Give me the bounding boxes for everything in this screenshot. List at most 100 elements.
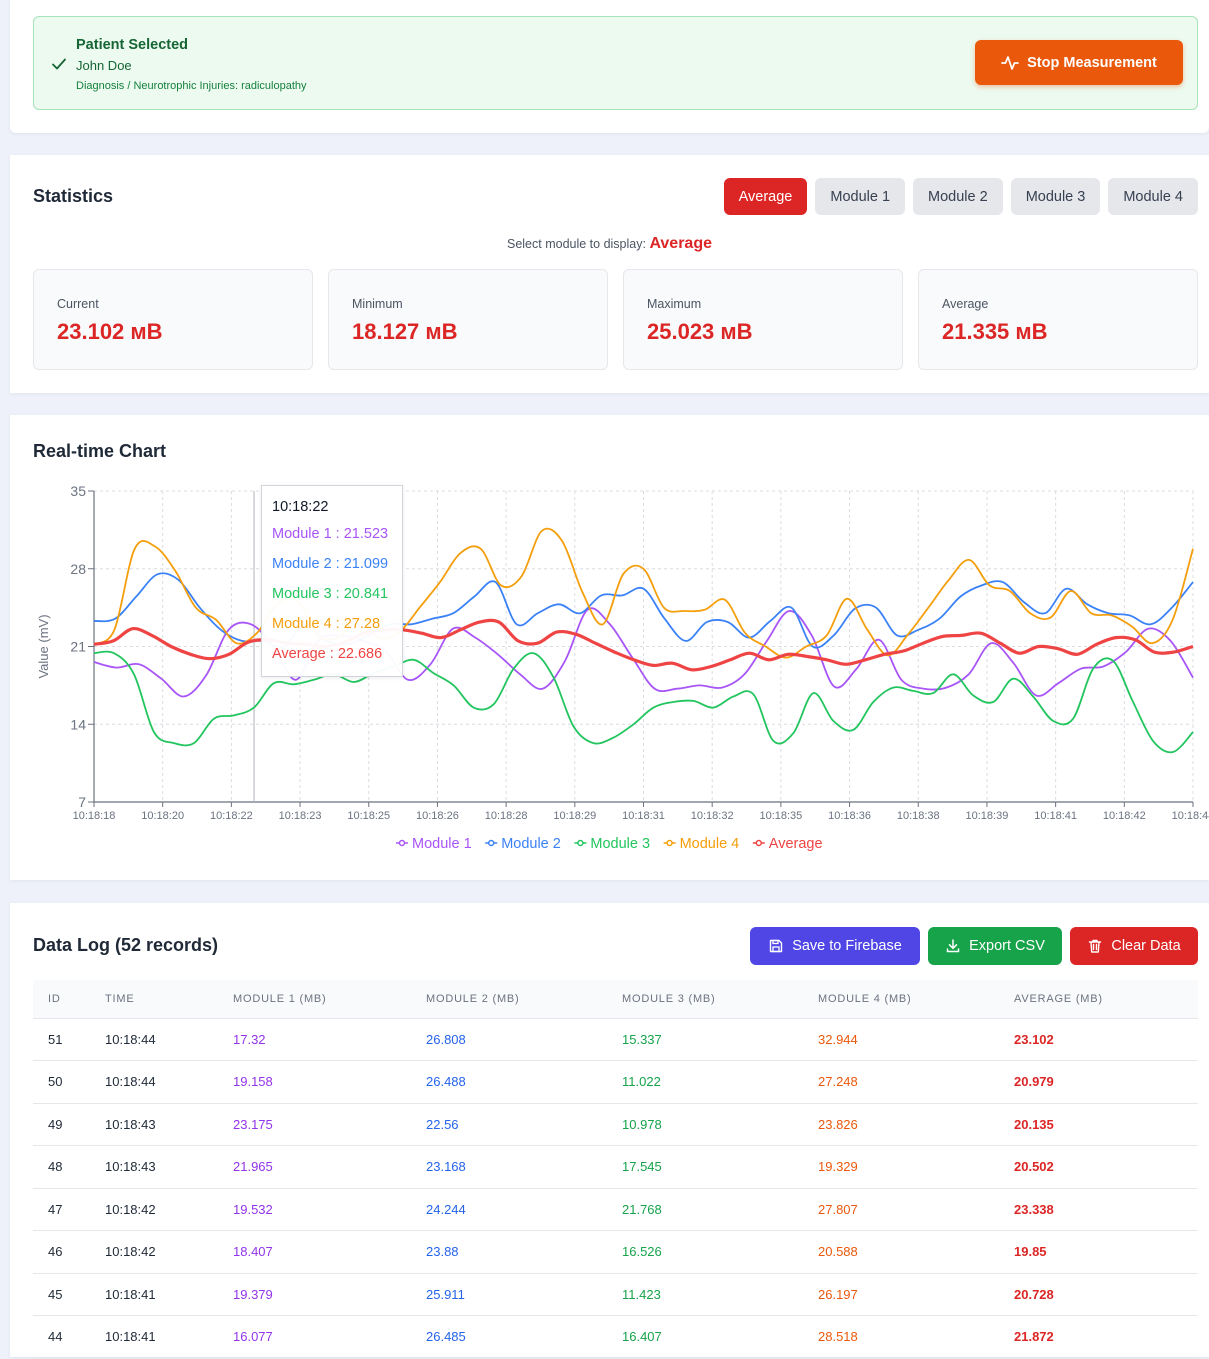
activity-icon bbox=[1001, 55, 1019, 70]
tab-average[interactable]: Average bbox=[723, 178, 808, 215]
stop-measurement-label: Stop Measurement bbox=[1027, 54, 1157, 71]
cell-module-3: 11.022 bbox=[622, 1060, 818, 1104]
x-tick-label: 10:18:44 bbox=[1172, 810, 1209, 822]
table-row[interactable]: 48 10:18:43 21.965 23.168 17.545 19.329 20.502 bbox=[33, 1145, 1198, 1189]
cell-module-2: 26.488 bbox=[426, 1060, 622, 1104]
cell-average: 23.102 bbox=[1014, 1018, 1198, 1061]
cell-time: 10:18:43 bbox=[105, 1145, 233, 1189]
data-log-table: ID TIME MODULE 1 (MB) MODULE 2 (MB) MODU… bbox=[33, 980, 1198, 1359]
cell-id: 46 bbox=[33, 1230, 105, 1274]
y-axis-label: Value (mV) bbox=[36, 614, 51, 678]
x-tick-label: 10:18:42 bbox=[1103, 810, 1146, 822]
table-row[interactable]: 50 10:18:44 19.158 26.488 11.022 27.248 20.979 bbox=[33, 1060, 1198, 1104]
cell-time: 10:18:44 bbox=[105, 1060, 233, 1104]
check-icon bbox=[52, 58, 66, 70]
data-log-card: Data Log (52 records) Save to Firebase E… bbox=[10, 903, 1209, 1359]
cell-module-1: 18.407 bbox=[233, 1230, 426, 1274]
save-to-firebase-button[interactable]: Save to Firebase bbox=[750, 927, 920, 965]
legend-dot-average bbox=[755, 839, 763, 847]
cell-time: 10:18:42 bbox=[105, 1188, 233, 1231]
cell-time: 10:18:41 bbox=[105, 1273, 233, 1316]
legend-dot-module-4 bbox=[666, 839, 673, 847]
cell-module-1: 19.158 bbox=[233, 1060, 426, 1104]
cell-average: 23.338 bbox=[1014, 1188, 1198, 1231]
x-tick-label: 10:18:36 bbox=[828, 810, 871, 822]
table-row[interactable]: 46 10:18:42 18.407 23.88 16.526 20.588 19.85 bbox=[33, 1230, 1198, 1274]
cell-id: 47 bbox=[33, 1188, 105, 1231]
cell-time: 10:18:44 bbox=[105, 1018, 233, 1061]
table-row[interactable]: 49 10:18:43 23.175 22.56 10.978 23.826 20.135 bbox=[33, 1103, 1198, 1146]
stat-card-current: Current 23.102 мВ bbox=[33, 269, 313, 370]
tooltip-module-4: Module 4 : 27.28 bbox=[272, 616, 381, 632]
column-header-id: ID bbox=[33, 980, 105, 1019]
cell-module-1: 23.175 bbox=[233, 1103, 426, 1146]
cell-module-1: 16.077 bbox=[233, 1315, 426, 1359]
cell-module-4: 26.197 bbox=[818, 1273, 1014, 1316]
tab-module-2[interactable]: Module 2 bbox=[913, 178, 1003, 215]
table-row[interactable]: 44 10:18:41 16.077 26.485 16.407 28.518 21.872 bbox=[33, 1315, 1198, 1359]
tab-module-3[interactable]: Module 3 bbox=[1010, 178, 1101, 215]
y-tick-label: 7 bbox=[78, 794, 86, 810]
legend-label-module-4: Module 4 bbox=[680, 836, 740, 852]
x-tick-label: 10:18:18 bbox=[73, 810, 116, 822]
cell-average: 19.85 bbox=[1014, 1230, 1198, 1274]
tooltip-average: Average : 22.686 bbox=[272, 646, 383, 662]
cell-module-3: 11.423 bbox=[622, 1273, 818, 1316]
statistics-card: Statistics Average Module 1 Module 2 Mod… bbox=[10, 155, 1209, 393]
cell-module-3: 10.978 bbox=[622, 1103, 818, 1146]
patient-selected-box: Patient Selected John Doe Diagnosis / Ne… bbox=[33, 16, 1198, 110]
cell-id: 45 bbox=[33, 1273, 105, 1316]
x-tick-label: 10:18:22 bbox=[210, 810, 253, 822]
table-row[interactable]: 45 10:18:41 19.379 25.911 11.423 26.197 20.728 bbox=[33, 1273, 1198, 1316]
x-tick-label: 10:18:26 bbox=[416, 810, 459, 822]
save-icon bbox=[769, 939, 783, 953]
export-csv-button[interactable]: Export CSV bbox=[928, 927, 1062, 965]
patient-diagnosis: Diagnosis / Neurotrophic Injuries: radic… bbox=[76, 80, 307, 92]
cell-module-4: 23.826 bbox=[818, 1103, 1014, 1146]
cell-average: 21.872 bbox=[1014, 1315, 1198, 1359]
patient-card: Patient Selected John Doe Diagnosis / Ne… bbox=[10, 0, 1209, 133]
export-csv-label: Export CSV bbox=[969, 938, 1045, 954]
chart-card: Real-time Chart 7 14 21 28 35 10:18:18 10:18:2… bbox=[10, 415, 1209, 880]
cell-time: 10:18:42 bbox=[105, 1230, 233, 1274]
cell-module-2: 23.168 bbox=[426, 1145, 622, 1189]
x-tick-label: 10:18:38 bbox=[897, 810, 940, 822]
cell-module-3: 16.407 bbox=[622, 1315, 818, 1359]
column-header-time: TIME bbox=[105, 980, 233, 1019]
y-tick-label: 14 bbox=[70, 716, 86, 732]
clear-data-button[interactable]: Clear Data bbox=[1070, 927, 1198, 965]
save-to-firebase-label: Save to Firebase bbox=[792, 938, 902, 954]
stat-label: Maximum bbox=[647, 297, 702, 311]
column-header-module-2: MODULE 2 (MB) bbox=[426, 980, 622, 1019]
cell-module-4: 27.248 bbox=[818, 1060, 1014, 1104]
table-row[interactable]: 51 10:18:44 17.32 26.808 15.337 32.944 23.102 bbox=[33, 1018, 1198, 1061]
legend-label-module-3: Module 3 bbox=[590, 836, 650, 852]
cell-module-3: 16.526 bbox=[622, 1230, 818, 1274]
cell-module-4: 27.807 bbox=[818, 1188, 1014, 1231]
x-tick-label: 10:18:41 bbox=[1034, 810, 1077, 822]
table-row[interactable]: 47 10:18:42 19.532 24.244 21.768 27.807 23.338 bbox=[33, 1188, 1198, 1231]
select-prefix: Select module to display: bbox=[506, 237, 646, 251]
selected-module: Average bbox=[649, 235, 712, 252]
cell-module-3: 15.337 bbox=[622, 1018, 818, 1061]
realtime-line-chart[interactable]: 71421283510:18:18 10:18:20 10:18:22 10:18:2… bbox=[10, 415, 1209, 880]
legend-dot-module-3 bbox=[577, 839, 584, 847]
cell-time: 10:18:41 bbox=[105, 1315, 233, 1359]
cell-module-4: 19.329 bbox=[818, 1145, 1014, 1189]
data-log-body: 51 10:18:44 17.32 26.808 15.337 32.944 23.102 5… bbox=[33, 1018, 1198, 1359]
tab-module-4[interactable]: Module 4 bbox=[1108, 178, 1198, 215]
tooltip-time: 10:18:22 bbox=[272, 499, 329, 515]
cell-module-4: 28.518 bbox=[818, 1315, 1014, 1359]
tab-module-1[interactable]: Module 1 bbox=[815, 178, 906, 215]
patient-name: John Doe bbox=[76, 58, 132, 73]
stat-value: 21.335 мВ bbox=[942, 319, 1048, 344]
stop-measurement-button[interactable]: Stop Measurement bbox=[975, 40, 1183, 85]
series-line-average bbox=[93, 618, 1194, 672]
download-icon bbox=[946, 939, 960, 953]
data-log-title: Data Log (52 records) bbox=[33, 935, 219, 955]
cell-module-1: 21.965 bbox=[233, 1145, 426, 1189]
x-tick-label: 10:18:25 bbox=[347, 810, 390, 822]
stat-value: 25.023 мВ bbox=[647, 319, 753, 344]
stat-value: 23.102 мВ bbox=[57, 319, 163, 344]
cell-average: 20.135 bbox=[1014, 1103, 1198, 1146]
